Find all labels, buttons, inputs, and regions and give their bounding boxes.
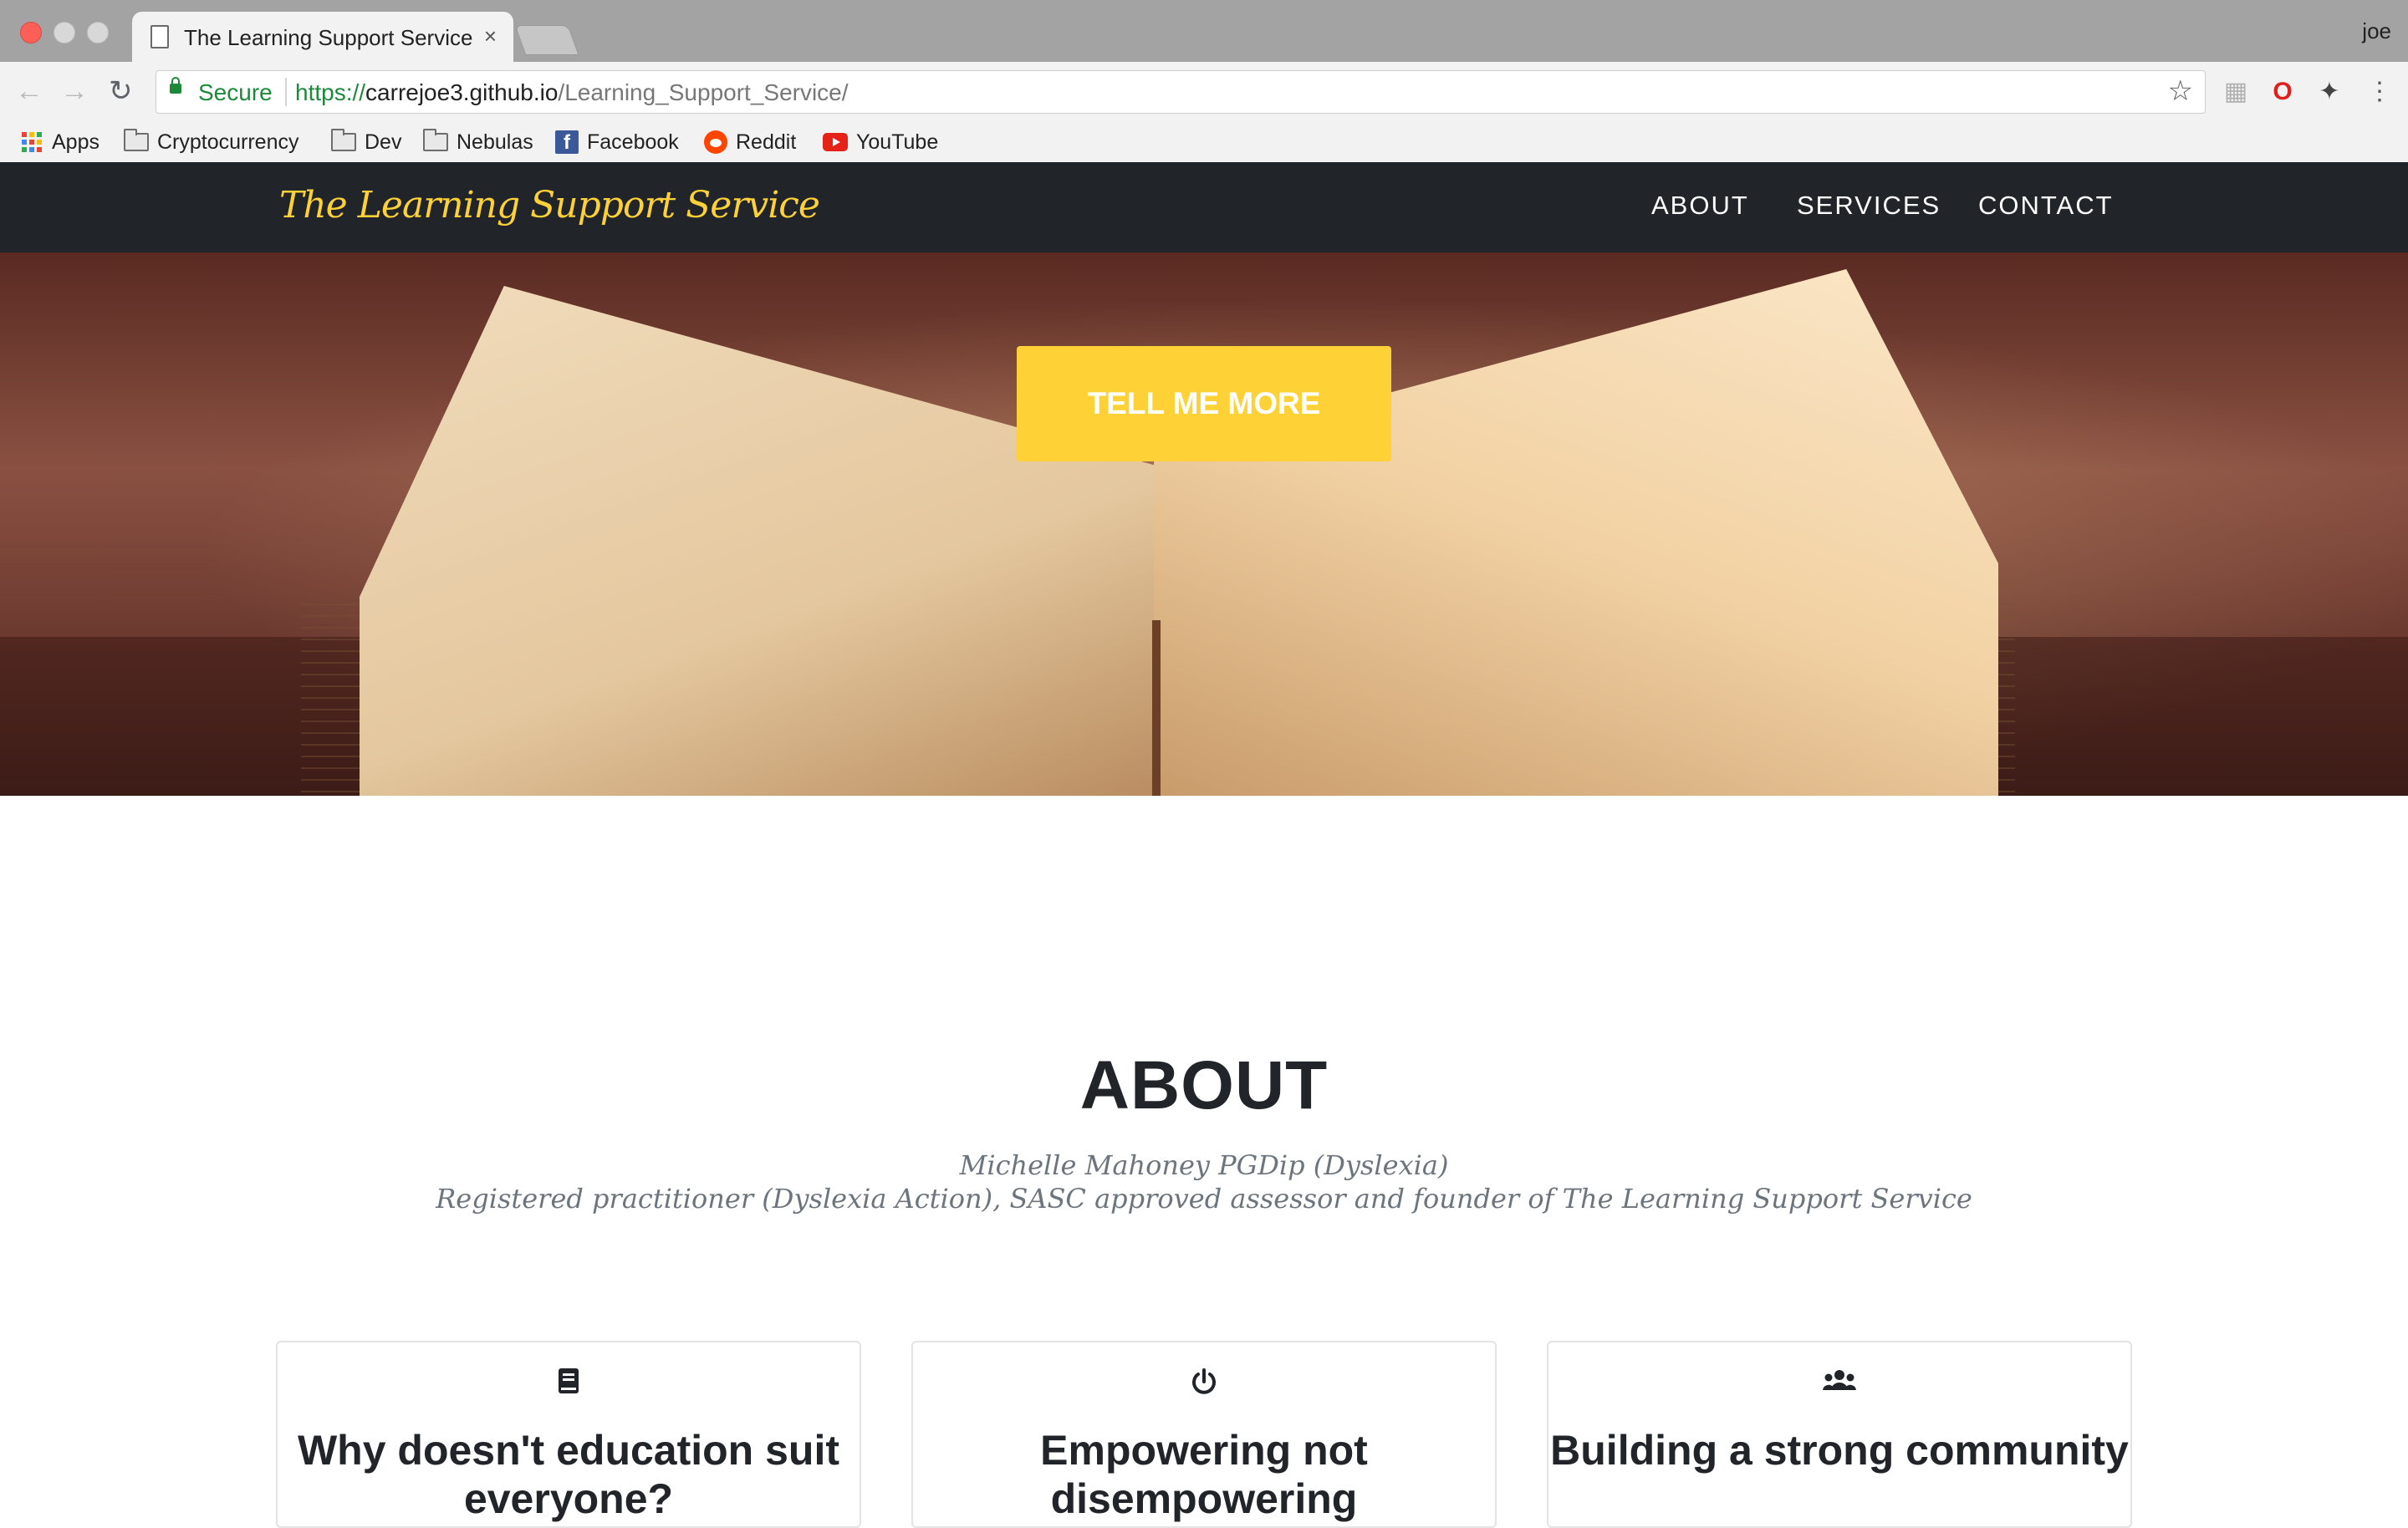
bookmark-label: Apps — [52, 130, 99, 154]
bookmark-label: Reddit — [736, 130, 797, 154]
window-zoom-button[interactable] — [87, 22, 109, 43]
new-tab-button[interactable] — [514, 25, 579, 55]
bookmarks-bar: Apps Cryptocurrency Dev Nebulas f Facebo… — [0, 122, 2408, 163]
about-card-empowering: Empowering not disempowering — [911, 1341, 1497, 1528]
hero-banner: TELL ME MORE — [0, 252, 2408, 796]
lock-icon — [170, 77, 181, 94]
book-icon — [278, 1368, 860, 1401]
folder-icon — [331, 129, 356, 151]
site-brand-logo[interactable]: The Learning Support Service — [279, 184, 820, 227]
folder-icon — [124, 129, 149, 151]
bookmark-youtube[interactable]: YouTube — [823, 129, 938, 155]
page-document-icon — [150, 25, 169, 48]
opera-extension-icon[interactable]: O — [2268, 77, 2298, 107]
bookmark-star-icon[interactable]: ☆ — [2168, 74, 2193, 108]
secure-label: Secure — [198, 79, 273, 105]
tell-me-more-button[interactable]: TELL ME MORE — [1017, 346, 1391, 461]
bookmark-facebook[interactable]: f Facebook — [555, 129, 679, 155]
address-separator — [285, 78, 287, 106]
bookmark-label: YouTube — [856, 130, 939, 154]
bookmark-label: Nebulas — [457, 130, 533, 154]
users-icon — [1548, 1368, 2130, 1398]
about-section: ABOUT Michelle Mahoney PGDip (Dyslexia) … — [0, 796, 2408, 1528]
url-text[interactable]: https://carrejoe3.github.io/Learning_Sup… — [295, 79, 849, 106]
bookmark-label: Dev — [365, 130, 402, 154]
youtube-icon — [823, 133, 848, 151]
address-bar[interactable]: Secure https://carrejoe3.github.io/Learn… — [156, 70, 2206, 114]
bookmark-cryptocurrency[interactable]: Cryptocurrency — [124, 129, 299, 155]
tab-title: The Learning Support Service — [184, 25, 473, 50]
url-host: carrejoe3.github.io — [365, 79, 559, 105]
sparkle-extension-icon[interactable]: ✦ — [2314, 77, 2344, 107]
extension-grid-icon[interactable]: ▦ — [2221, 77, 2251, 107]
profile-name[interactable]: joe — [2362, 18, 2391, 44]
bookmark-dev[interactable]: Dev — [331, 129, 401, 155]
site-navbar: The Learning Support Service ABOUT SERVI… — [0, 162, 2408, 252]
apps-grid-icon — [22, 132, 42, 152]
power-icon — [913, 1368, 1495, 1403]
menu-kebab-icon[interactable]: ⋮ — [2365, 77, 2395, 107]
about-heading: ABOUT — [1079, 1047, 1329, 1123]
nav-link-services[interactable]: SERVICES — [1797, 191, 1941, 221]
open-book-spine — [1152, 620, 1161, 796]
bookmark-label: Facebook — [587, 130, 679, 154]
facebook-icon: f — [555, 130, 579, 154]
reddit-icon — [704, 130, 727, 154]
window-minimize-button[interactable] — [54, 22, 75, 43]
card-title: Why doesn't education suit everyone? — [297, 1427, 840, 1522]
about-subheading-line2: Registered practitioner (Dyslexia Action… — [436, 1183, 1972, 1215]
bookmark-label: Cryptocurrency — [157, 130, 299, 154]
browser-tab-active[interactable]: The Learning Support Service × — [132, 12, 513, 62]
about-subheading: Michelle Mahoney PGDip (Dyslexia) Regist… — [0, 1149, 2408, 1215]
about-subheading-line1: Michelle Mahoney PGDip (Dyslexia) — [959, 1149, 1449, 1181]
card-title: Building a strong community — [1550, 1427, 2129, 1474]
browser-tab-bar: The Learning Support Service × joe — [0, 0, 2408, 62]
url-scheme: https:// — [295, 79, 366, 105]
bookmark-reddit[interactable]: Reddit — [704, 129, 796, 155]
bookmark-nebulas[interactable]: Nebulas — [423, 129, 533, 155]
browser-toolbar: ← → ↻ Secure https://carrejoe3.github.io… — [0, 62, 2408, 122]
reload-icon[interactable]: ↻ — [109, 77, 133, 105]
window-close-button[interactable] — [20, 22, 42, 43]
bookmark-apps[interactable]: Apps — [22, 129, 99, 155]
nav-link-about[interactable]: ABOUT — [1651, 191, 1749, 221]
about-card-community: Building a strong community — [1547, 1341, 2132, 1528]
nav-link-contact[interactable]: CONTACT — [1978, 191, 2114, 221]
url-path: /Learning_Support_Service/ — [558, 79, 849, 105]
card-title: Empowering not disempowering — [1040, 1427, 1368, 1522]
folder-icon — [423, 129, 448, 151]
tab-close-icon[interactable]: × — [484, 23, 497, 49]
back-arrow-icon[interactable]: ← — [15, 77, 43, 105]
forward-arrow-icon[interactable]: → — [60, 77, 89, 105]
about-card-education: Why doesn't education suit everyone? — [276, 1341, 861, 1528]
